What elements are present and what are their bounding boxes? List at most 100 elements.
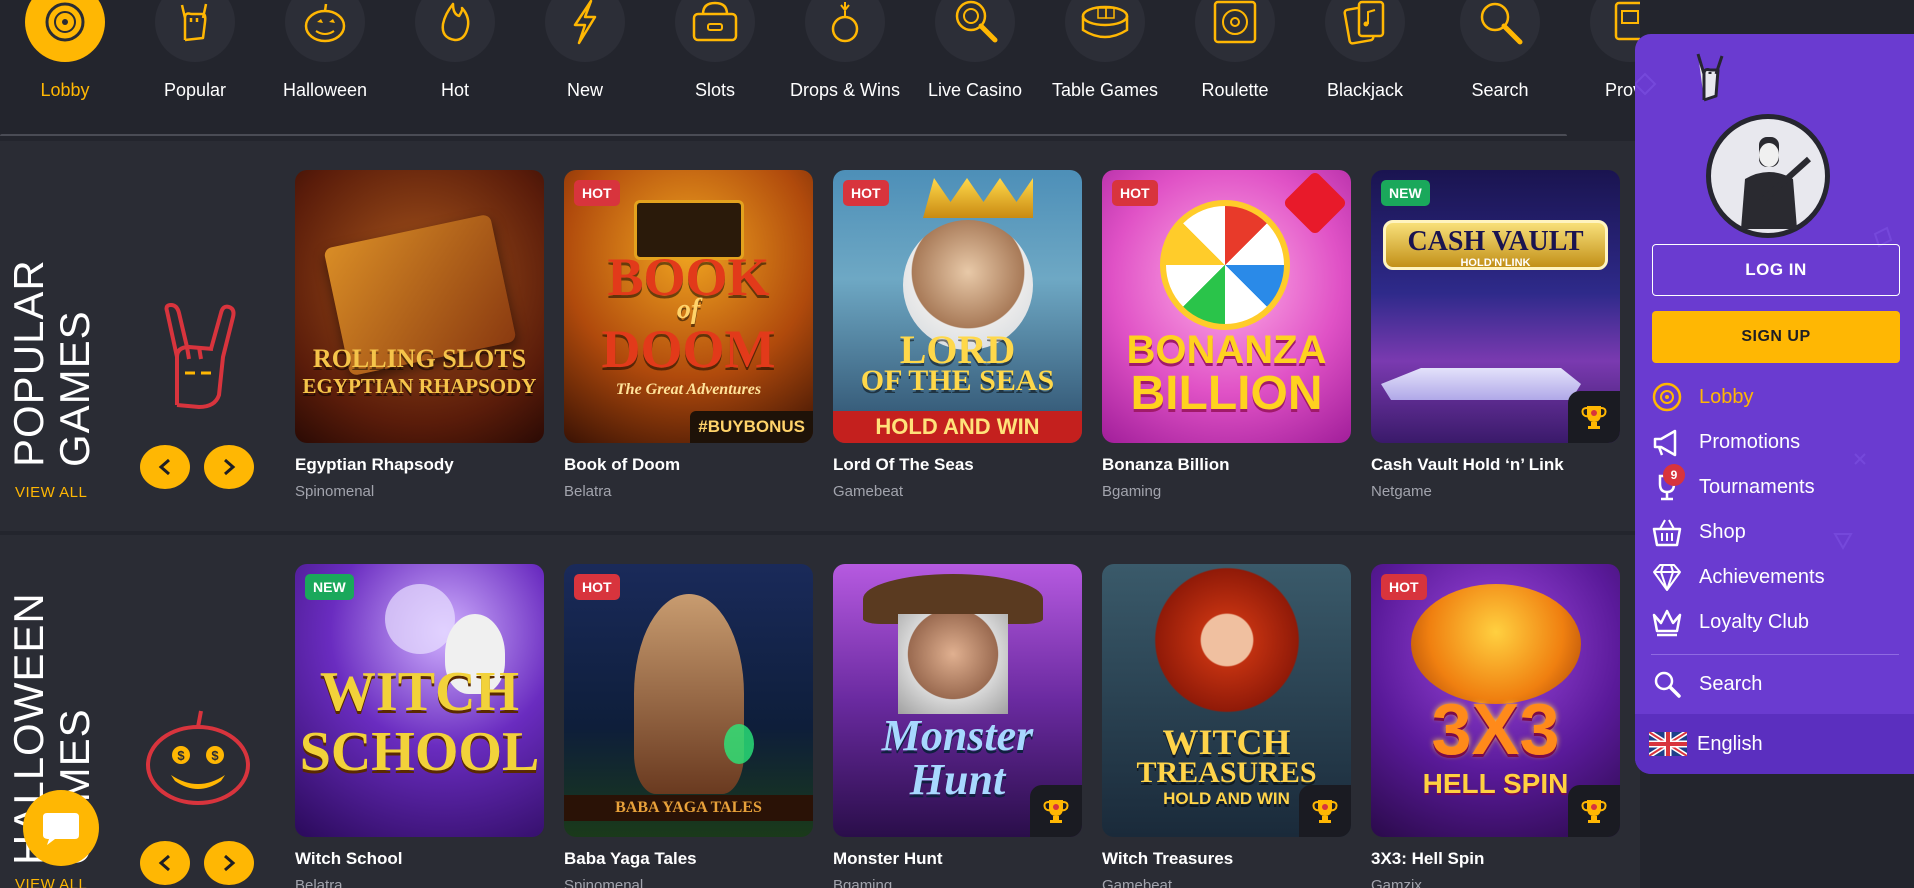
game-thumbnail: WITCH SCHOOL NEW [295,564,544,837]
rock-hand-icon [1690,50,1730,109]
roulette-icon [1195,0,1275,62]
game-title: Baba Yaga Tales [564,849,697,868]
disc-icon [1647,380,1687,414]
search-icon [1647,667,1687,701]
chat-bubble-icon [43,813,79,845]
menu-item-achievements[interactable]: Achievements [1647,557,1897,597]
game-card[interactable]: BONANZA BILLION HOT Bonanza Billion Bgam… [1102,170,1351,500]
game-title: Monster Hunt [833,849,943,868]
diamond-icon [1647,560,1687,594]
category-live-casino[interactable]: Live Casino [910,0,1040,110]
buy-bonus-label: #BUYBONUS [690,411,813,443]
prev-arrow-button[interactable] [140,841,190,885]
category-lobby[interactable]: Lobby [0,0,130,110]
category-slots[interactable]: Slots [650,0,780,110]
category-search[interactable]: Search [1435,0,1565,110]
game-provider: Bgaming [833,877,893,888]
hold-n-link-label: HOLD'N'LINK [1460,257,1531,269]
trophy-icon [1568,785,1620,837]
provider-icon [1590,0,1640,62]
category-blackjack[interactable]: Blackjack [1300,0,1430,110]
menu-item-search[interactable]: Search [1647,664,1897,704]
game-card[interactable]: BOOK of DOOM The Great Adventures #BUYBO… [564,170,813,500]
category-nav: Lobby Popular Halloween Hot New Slots Dr… [0,0,1640,136]
game-card[interactable]: 3X3 HELL SPIN HOT 3X3: Hell Spin Gamzix [1371,564,1620,888]
menu-item-loyalty-club[interactable]: Loyalty Club [1647,602,1897,642]
game-provider: Gamzix [1371,877,1422,888]
rock-hand-icon [155,0,235,62]
next-arrow-button[interactable] [204,445,254,489]
log-in-button[interactable]: LOG IN [1652,244,1900,296]
game-thumbnail: LORD OF THE SEAS HOLD AND WIN HOT [833,170,1082,443]
category-hot[interactable]: Hot [390,0,520,110]
chat-button[interactable] [23,790,99,866]
game-title: Book of Doom [564,455,681,474]
search-icon [1460,0,1540,62]
hot-badge: HOT [843,180,889,206]
tournament-count-badge: 9 [1663,464,1685,486]
game-card[interactable]: Monster Hunt Monster Hunt Bgaming [833,564,1082,888]
menu-item-tournaments[interactable]: 9 Tournaments [1647,464,1897,507]
view-all-link[interactable]: VIEW ALL [15,876,87,888]
menu-item-promotions[interactable]: Promotions [1647,422,1897,462]
hot-badge: HOT [574,180,620,206]
game-thumbnail: CASH VAULT HOLD'N'LINK NEW [1371,170,1620,443]
game-card[interactable]: LORD OF THE SEAS HOLD AND WIN HOT Lord O… [833,170,1082,500]
category-new[interactable]: New [520,0,650,110]
lightning-icon [545,0,625,62]
category-label: Lobby [40,80,90,100]
bomb-icon [805,0,885,62]
next-arrow-button[interactable] [204,841,254,885]
slot-machine-icon [675,0,755,62]
sign-up-button[interactable]: SIGN UP [1652,311,1900,363]
game-card[interactable]: WITCH TREASURES HOLD AND WIN Witch Treas… [1102,564,1351,888]
roulette-magnifier-icon [935,0,1015,62]
view-all-link[interactable]: VIEW ALL [15,484,87,501]
hold-and-win-label: HOLD AND WIN [833,411,1082,443]
megaphone-icon [1647,425,1687,459]
game-thumbnail: BONANZA BILLION HOT [1102,170,1351,443]
category-label: Live Casino [927,80,1023,100]
game-provider: Gamebeat [833,483,904,500]
game-provider: Belatra [564,483,612,500]
category-popular[interactable]: Popular [130,0,260,110]
game-card[interactable]: WITCH SCHOOL NEW Witch School Belatra [295,564,544,888]
hot-badge: HOT [1112,180,1158,206]
category-drops-wins[interactable]: Drops & Wins [780,0,910,110]
game-logo-text: BABA YAGA TALES [564,795,813,821]
game-provider: Spinomenal [295,483,375,500]
menu-item-label: Achievements [1699,565,1825,588]
trophy-icon [1568,391,1620,443]
category-halloween[interactable]: Halloween [260,0,390,110]
category-label: Slots [694,80,736,100]
menu-item-label: Promotions [1699,430,1801,453]
svg-text:$: $ [177,748,185,763]
game-thumbnail: 3X3 HELL SPIN HOT [1371,564,1620,837]
game-title: Bonanza Billion [1102,455,1230,474]
game-thumbnail: BOOK of DOOM The Great Adventures #BUYBO… [564,170,813,443]
menu-item-lobby[interactable]: Lobby [1647,377,1897,417]
game-card[interactable]: BABA YAGA TALES HOT Baba Yaga Tales Spin… [564,564,813,888]
category-label: Hot [440,80,469,100]
game-card[interactable]: ROLLING SLOTS EGYPTIAN RHAPSODY Egyptian… [295,170,544,500]
game-thumbnail: Monster Hunt [833,564,1082,837]
trophy-icon [1299,785,1351,837]
language-selector[interactable]: English [1635,714,1914,774]
section-title: POPULAR GAMES [5,259,98,467]
category-label: Drops & Wins [789,80,901,100]
category-roulette[interactable]: Roulette [1170,0,1300,110]
menu-item-shop[interactable]: Shop [1647,512,1897,552]
menu-item-label: Loyalty Club [1699,610,1810,633]
prev-arrow-button[interactable] [140,445,190,489]
category-providers[interactable]: Provic [1565,0,1640,110]
game-title: Lord Of The Seas [833,455,974,474]
game-card[interactable]: CASH VAULT HOLD'N'LINK NEW Cash Vault Ho… [1371,170,1620,500]
nav-scrollbar[interactable] [0,134,1567,136]
game-provider: Netgame [1371,483,1432,500]
popular-games-section: POPULAR GAMES VIEW ALL ROLLING SLOTS EGY… [0,141,1640,531]
game-title: Cash Vault Hold ‘n’ Link [1371,455,1564,474]
new-badge: NEW [305,574,354,600]
hot-badge: HOT [574,574,620,600]
category-label: Halloween [282,80,368,100]
category-table-games[interactable]: Table Games [1040,0,1170,110]
